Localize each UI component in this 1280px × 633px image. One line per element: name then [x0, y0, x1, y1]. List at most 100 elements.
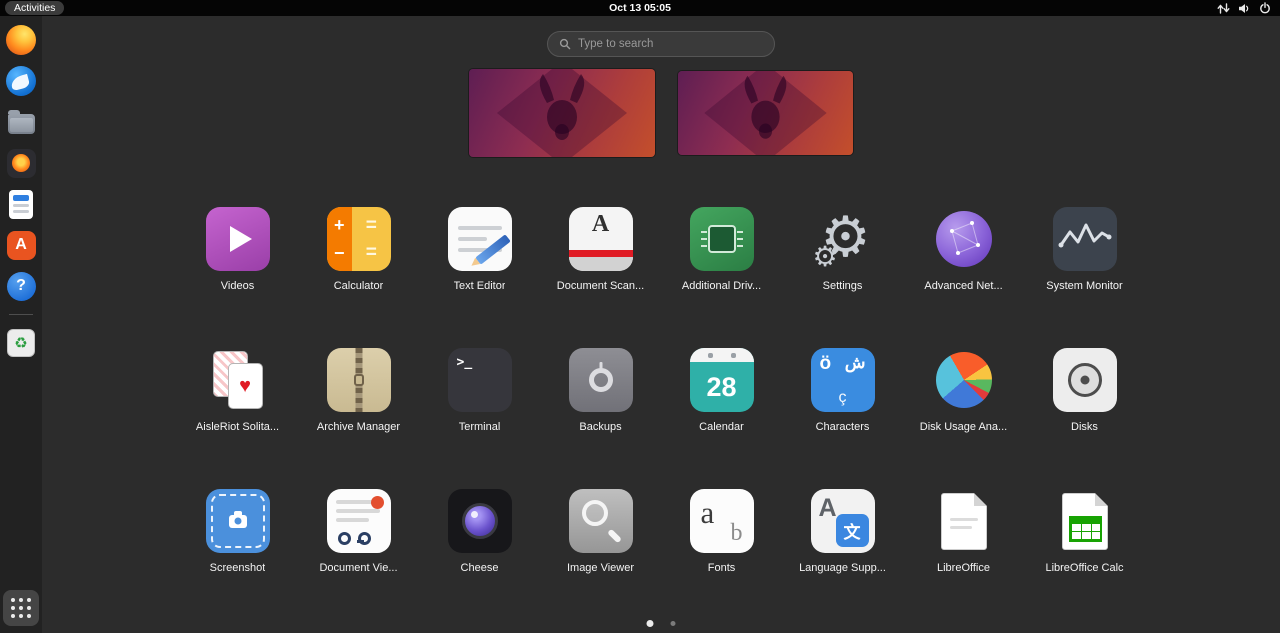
app-document-viewer[interactable]: Document Vie...: [298, 489, 419, 574]
glasses-icon: [338, 532, 371, 545]
workspace-thumbnail-2[interactable]: [678, 71, 853, 155]
libreoffice-calc-icon: [1053, 489, 1117, 553]
prompt-text: >_: [457, 355, 473, 370]
app-backups[interactable]: Backups: [540, 348, 661, 433]
calculator-plus-minus: +−: [327, 207, 353, 271]
workspace-thumbnail-1[interactable]: [469, 69, 655, 157]
calendar-day: 28: [690, 362, 754, 412]
pie-chart-icon: [936, 352, 992, 408]
app-label: LibreOffice Calc: [1045, 562, 1123, 574]
dock-item-ubuntu-software[interactable]: A: [5, 229, 37, 261]
app-archive-manager[interactable]: Archive Manager: [298, 348, 419, 433]
app-label: Videos: [221, 280, 254, 292]
activities-button[interactable]: Activities: [5, 1, 64, 16]
files-icon: [8, 114, 35, 134]
clock[interactable]: Oct 13 05:05: [609, 2, 671, 14]
app-terminal[interactable]: >_ Terminal: [419, 348, 540, 433]
app-calculator[interactable]: +−== Calculator: [298, 207, 419, 292]
language-support-icon: A文: [811, 489, 875, 553]
app-document-scanner[interactable]: ADocument Scan...: [540, 207, 661, 292]
dock-separator: [9, 314, 33, 315]
terminal-icon: >_: [448, 348, 512, 412]
top-bar: Activities Oct 13 05:05: [0, 0, 1280, 16]
app-characters[interactable]: öشçCharacters: [782, 348, 903, 433]
app-fonts[interactable]: abFonts: [661, 489, 782, 574]
ubuntu-software-icon: A: [7, 231, 36, 260]
app-label: Document Scan...: [557, 280, 644, 292]
app-cheese[interactable]: Cheese: [419, 489, 540, 574]
app-label: Characters: [816, 421, 870, 433]
page-dot-2[interactable]: [671, 621, 676, 626]
dock-item-rhythmbox[interactable]: [5, 147, 37, 179]
fonts-icon: ab: [690, 489, 754, 553]
app-settings[interactable]: ⚙⚙Settings: [782, 207, 903, 292]
wallpaper-mascot: [678, 71, 853, 155]
cheese-icon: [448, 489, 512, 553]
app-label: Text Editor: [454, 280, 506, 292]
network-globe-icon: [932, 207, 996, 271]
app-libreoffice[interactable]: LibreOffice: [903, 489, 1024, 574]
app-system-monitor[interactable]: System Monitor: [1024, 207, 1145, 292]
dial-icon: [589, 368, 613, 392]
app-label: Additional Driv...: [682, 280, 761, 292]
dock-item-trash[interactable]: ♻: [5, 327, 37, 359]
app-label: Terminal: [459, 421, 501, 433]
system-monitor-icon: [1053, 207, 1117, 271]
dock: A? ♻: [0, 16, 42, 633]
app-language-support[interactable]: A文Language Supp...: [782, 489, 903, 574]
page-dot-1[interactable]: [647, 620, 654, 627]
app-videos[interactable]: Videos: [177, 207, 298, 292]
app-label: Disk Usage Ana...: [920, 421, 1007, 433]
libreoffice-icon: [932, 489, 996, 553]
camera-lens-icon: [462, 503, 498, 539]
app-aisleriot[interactable]: ♥ AisleRiot Solita...: [177, 348, 298, 433]
app-disk-usage-analyzer[interactable]: Disk Usage Ana...: [903, 348, 1024, 433]
additional-drivers-icon: [690, 207, 754, 271]
app-label: Screenshot: [210, 562, 266, 574]
search-input[interactable]: [578, 38, 763, 50]
dock-item-libreoffice-writer[interactable]: [5, 188, 37, 220]
app-label: Cheese: [461, 562, 499, 574]
document-page: [941, 493, 987, 550]
app-screenshot[interactable]: Screenshot: [177, 489, 298, 574]
gear-icon-small: ⚙: [813, 243, 838, 271]
app-libreoffice-calc[interactable]: LibreOffice Calc: [1024, 489, 1145, 574]
system-status-area[interactable]: [1217, 2, 1275, 14]
app-text-editor[interactable]: Text Editor: [419, 207, 540, 292]
app-advanced-network[interactable]: Advanced Net...: [903, 207, 1024, 292]
dock-item-firefox[interactable]: [5, 24, 37, 56]
app-label: Calculator: [334, 280, 384, 292]
app-label: Document Vie...: [319, 562, 397, 574]
seal-icon: [371, 496, 384, 509]
backups-icon: [569, 348, 633, 412]
search-icon: [559, 38, 571, 50]
search-bar[interactable]: [547, 31, 775, 57]
help-icon: ?: [7, 272, 36, 301]
dock-item-help[interactable]: ?: [5, 270, 37, 302]
app-label: Disks: [1071, 421, 1098, 433]
app-label: Calendar: [699, 421, 744, 433]
app-disks[interactable]: Disks: [1024, 348, 1145, 433]
app-label: AisleRiot Solita...: [196, 421, 279, 433]
app-additional-drivers[interactable]: Additional Driv...: [661, 207, 782, 292]
app-grid-icon: [11, 598, 31, 618]
disk-platter-icon: [1068, 363, 1102, 397]
app-grid: Videos +−== Calculator Text Editor ADocument…: [177, 207, 1145, 574]
app-calendar[interactable]: 28 Calendar: [661, 348, 782, 433]
wallpaper-mascot: [469, 69, 655, 157]
calculator-equals: ==: [352, 207, 390, 271]
libreoffice-writer-icon: [9, 190, 33, 219]
chip-icon: [708, 225, 736, 253]
dock-item-thunderbird[interactable]: [5, 65, 37, 97]
workspaces: [469, 69, 853, 157]
app-image-viewer[interactable]: Image Viewer: [540, 489, 661, 574]
archive-manager-icon: [327, 348, 391, 412]
dock-item-files[interactable]: [5, 106, 37, 138]
settings-icon: ⚙⚙: [811, 207, 875, 271]
aisleriot-icon: ♥: [206, 348, 270, 412]
text-editor-icon: [448, 207, 512, 271]
app-label: Image Viewer: [567, 562, 634, 574]
thunderbird-icon: [6, 66, 36, 96]
app-label: Backups: [579, 421, 621, 433]
show-applications-button[interactable]: [3, 590, 39, 626]
